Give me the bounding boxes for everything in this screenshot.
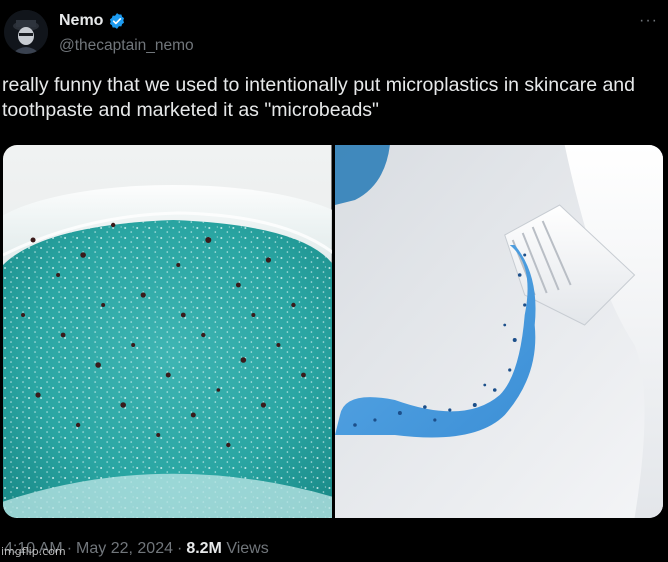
tweet-text: really funny that we used to intentional…	[2, 74, 635, 121]
tweet-media[interactable]	[3, 145, 663, 518]
views-count: 8.2M	[186, 540, 222, 557]
author-name[interactable]: Nemo	[59, 12, 103, 30]
imgflip-watermark: imgflip.com	[1, 545, 66, 558]
microbeads-in-gel-photo[interactable]	[3, 145, 332, 518]
avatar[interactable]	[4, 10, 48, 54]
tweet-date[interactable]: May 22, 2024	[76, 540, 173, 557]
views-label: Views	[226, 540, 269, 557]
more-icon[interactable]: ···	[639, 12, 658, 30]
author-handle[interactable]: @thecaptain_nemo	[59, 37, 194, 55]
toothpaste-with-microbeads-photo[interactable]	[334, 145, 663, 518]
verified-badge-icon	[110, 13, 125, 29]
